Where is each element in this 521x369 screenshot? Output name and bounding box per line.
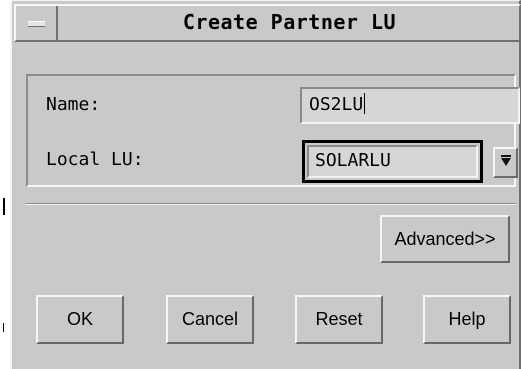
name-field-value: OS2LU <box>309 94 364 115</box>
screen: Create Partner LU Name: OS2LU Local LU: … <box>0 0 521 369</box>
left-edge-mark-bottom <box>3 323 4 332</box>
text-cursor <box>364 93 366 114</box>
reset-button[interactable]: Reset <box>295 295 383 344</box>
local-lu-combobox[interactable]: SOLARLU <box>302 140 483 183</box>
button-separator <box>26 203 516 205</box>
name-field[interactable]: OS2LU <box>300 87 520 124</box>
left-edge-mark-top <box>3 198 5 215</box>
window-title: Create Partner LU <box>182 10 397 34</box>
ok-button[interactable]: OK <box>36 295 124 344</box>
local-lu-dropdown-button[interactable] <box>493 147 518 178</box>
partner-lu-settings-panel: Name: OS2LU Local LU: SOLARLU <box>26 74 520 187</box>
name-label: Name: <box>46 94 101 115</box>
window-menu-button[interactable] <box>16 6 58 40</box>
advanced-button[interactable]: Advanced>> <box>380 215 510 263</box>
title-bar[interactable]: Create Partner LU <box>14 4 521 42</box>
dropdown-arrow-icon <box>501 155 511 166</box>
window-menu-icon <box>28 21 45 27</box>
cancel-button[interactable]: Cancel <box>166 295 254 344</box>
help-button[interactable]: Help <box>423 295 511 344</box>
local-lu-label: Local LU: <box>46 149 144 170</box>
create-partner-lu-dialog: Create Partner LU Name: OS2LU Local LU: … <box>10 0 521 369</box>
local-lu-value: SOLARLU <box>307 145 478 178</box>
